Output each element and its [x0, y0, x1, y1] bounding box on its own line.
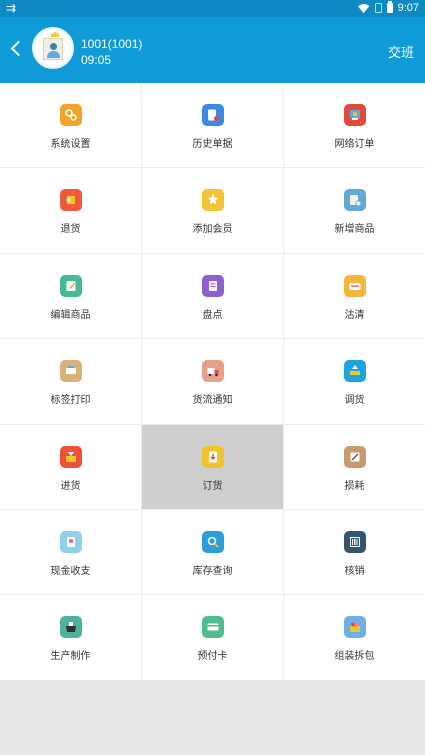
purchase-icon — [59, 445, 82, 468]
menu-item-history-docs[interactable]: 历史单据 — [142, 83, 284, 168]
logistics-icon — [201, 360, 224, 383]
menu-item-label: 调货 — [344, 395, 365, 407]
menu-item-stock-search[interactable]: 库存查询 — [142, 509, 284, 595]
menu-item-label: 系统设置 — [50, 139, 91, 150]
menu-item-label: 核销 — [344, 565, 365, 577]
menu-item-label: 库存查询 — [192, 565, 233, 577]
wifi-icon — [358, 4, 370, 13]
menu-item-logistics-notice[interactable]: 货流通知 — [142, 339, 284, 424]
menu-item-label: 订货 — [202, 480, 223, 492]
verify-icon — [343, 530, 366, 553]
menu-item-label: 添加会员 — [192, 224, 233, 236]
cash-icon — [59, 530, 82, 553]
menu-item-verify[interactable]: 核销 — [284, 510, 425, 594]
new-product-icon — [343, 189, 366, 212]
assemble-icon — [343, 616, 366, 639]
menu-item-label: 退货 — [60, 224, 81, 236]
crown-icon — [51, 31, 59, 37]
cast-icon: ⇉ — [6, 1, 17, 15]
user-id: 1001(1001) — [81, 37, 143, 51]
back-arrow-icon[interactable] — [9, 39, 23, 59]
menu-item-label: 编辑商品 — [50, 309, 91, 321]
return-icon — [59, 189, 82, 212]
shift-change-button[interactable]: 交班 — [388, 42, 414, 61]
label-print-icon — [59, 360, 82, 383]
menu-item-label: 新增商品 — [334, 224, 375, 236]
gears-icon — [59, 104, 82, 126]
menu-item-prepaid-card[interactable]: 预付卡 — [142, 595, 284, 681]
prepaid-card-icon — [201, 616, 224, 639]
menu-item-label: 货流通知 — [192, 395, 233, 407]
sold-out-icon — [343, 274, 366, 297]
menu-item-label: 生产制作 — [50, 651, 91, 663]
menu-item-inventory-check[interactable]: 盘点 — [142, 253, 284, 339]
edit-product-icon — [59, 274, 82, 297]
production-icon — [59, 616, 82, 639]
inventory-check-icon — [201, 274, 224, 297]
header: 1001(1001) 09:05 交班 — [0, 17, 425, 83]
menu-item-label: 历史单据 — [192, 139, 233, 150]
menu-item-cash[interactable]: 现金收支 — [0, 509, 142, 595]
menu-item-system-settings[interactable]: 系统设置 — [0, 83, 142, 168]
menu-item-label: 现金收支 — [50, 565, 91, 577]
menu-item-transfer[interactable]: 调货 — [284, 339, 425, 423]
menu-item-label: 盘点 — [202, 309, 223, 321]
menu-item-label: 沽清 — [344, 309, 365, 321]
menu-item-purchase[interactable]: 进货 — [0, 424, 142, 509]
network-order-icon — [343, 104, 366, 126]
menu-item-label: 进货 — [60, 480, 81, 492]
transfer-icon — [343, 360, 366, 383]
menu-item-order-goods[interactable]: 订货 — [142, 424, 284, 509]
history-doc-icon — [201, 104, 224, 126]
vip-icon — [201, 189, 224, 212]
loss-icon — [343, 445, 366, 468]
menu-item-edit-product[interactable]: 编辑商品 — [0, 253, 142, 339]
menu-item-label: 损耗 — [344, 480, 365, 492]
menu-item-assemble[interactable]: 组装拆包 — [284, 595, 425, 680]
menu-item-label: 预付卡 — [197, 651, 228, 663]
menu-item-return[interactable]: 退货 — [0, 168, 142, 253]
login-time: 09:05 — [81, 53, 112, 67]
status-bar: ⇉ 9:07 — [0, 0, 425, 17]
menu-item-network-orders[interactable]: 网络订单 — [284, 83, 425, 167]
menu-item-label-print[interactable]: 标签打印 — [0, 339, 142, 424]
order-goods-icon — [201, 445, 224, 468]
sim-icon — [374, 3, 382, 13]
menu-item-label: 网络订单 — [334, 139, 375, 150]
status-time: 9:07 — [397, 2, 419, 14]
battery-icon — [386, 1, 393, 13]
empty-footer-area — [0, 680, 425, 755]
avatar — [32, 27, 74, 69]
menu-item-loss[interactable]: 损耗 — [284, 425, 425, 509]
function-grid: 系统设置 历史单据 网络订单 退货 添加会员 新增商品 编辑商品 盘点 沽清 标… — [0, 83, 425, 681]
menu-item-label: 组装拆包 — [334, 651, 375, 663]
menu-item-sold-out[interactable]: 沽清 — [284, 254, 425, 338]
menu-item-production[interactable]: 生产制作 — [0, 595, 142, 681]
menu-item-new-product[interactable]: 新增商品 — [284, 168, 425, 252]
stock-search-icon — [201, 530, 224, 553]
status-icons: 9:07 — [358, 1, 419, 14]
menu-item-add-member[interactable]: 添加会员 — [142, 168, 284, 253]
menu-item-label: 标签打印 — [50, 395, 91, 407]
